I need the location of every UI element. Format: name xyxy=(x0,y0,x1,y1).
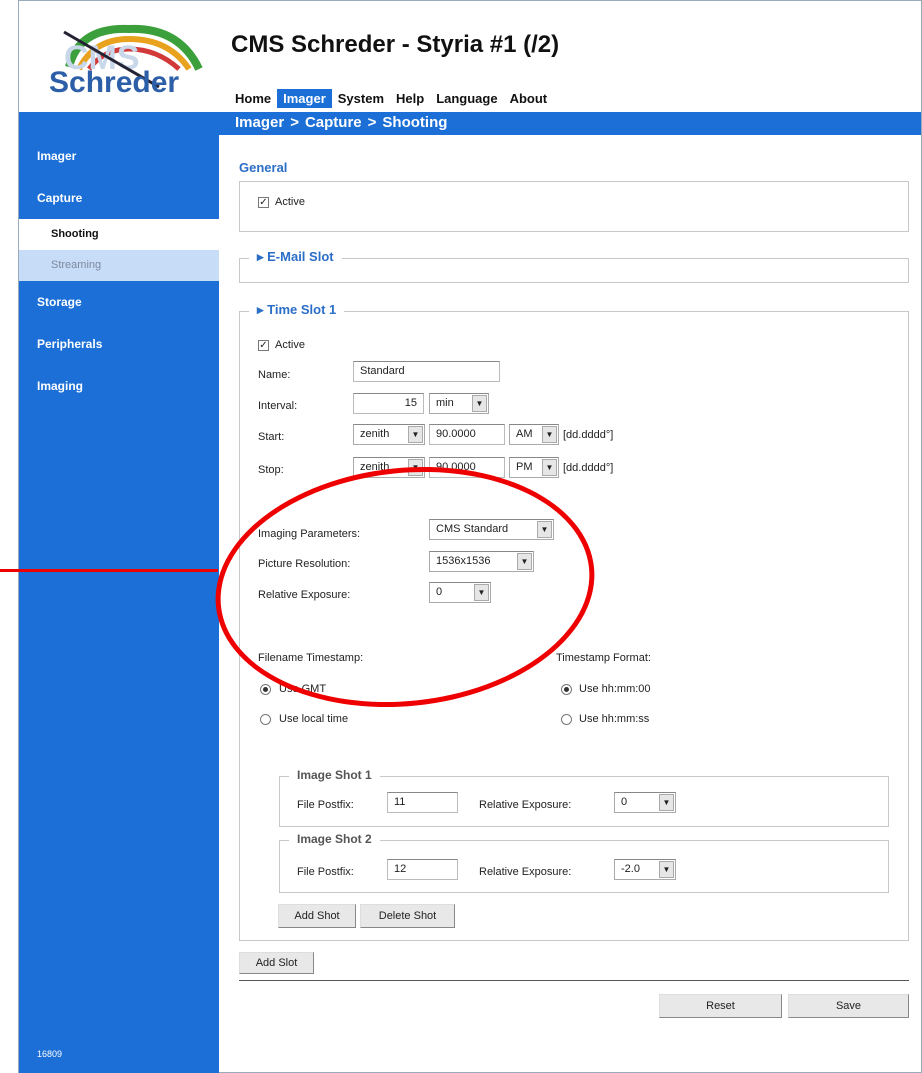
timeslot-active-label: Active xyxy=(275,339,305,351)
nav-help[interactable]: Help xyxy=(390,89,430,108)
crumb-imager[interactable]: Imager xyxy=(235,114,284,131)
save-button[interactable]: Save xyxy=(788,994,909,1018)
image-shot-1-heading: Image Shot 1 xyxy=(289,768,380,782)
breadcrumb: Imager > Capture > Shooting xyxy=(235,114,447,131)
stop-format-hint: [dd.dddd°] xyxy=(563,462,614,474)
chevron-down-icon: ▼ xyxy=(659,861,674,878)
general-heading: General xyxy=(239,160,288,175)
name-label: Name: xyxy=(258,369,291,381)
add-slot-button[interactable]: Add Slot xyxy=(239,952,314,974)
sidebar-item-storage[interactable]: Storage xyxy=(19,281,219,323)
sidebar-item-capture[interactable]: Capture xyxy=(19,177,219,219)
version-label: 16809 xyxy=(37,1049,63,1059)
use-local-time-label: Use local time xyxy=(279,713,349,725)
start-ampm-select[interactable]: AM ▼ xyxy=(509,424,559,445)
sidebar-sub-shooting[interactable]: Shooting xyxy=(19,219,219,250)
sidebar-item-peripherals[interactable]: Peripherals xyxy=(19,323,219,365)
shot2-postfix-input[interactable]: 12 xyxy=(387,859,458,880)
chevron-down-icon: ▼ xyxy=(659,794,674,811)
shot1-postfix-input[interactable]: 11 xyxy=(387,792,458,813)
delete-shot-button[interactable]: Delete Shot xyxy=(360,904,455,928)
chevron-down-icon: ▼ xyxy=(542,426,557,443)
start-ref-select[interactable]: zenith ▼ xyxy=(353,424,425,445)
use-local-time-radio[interactable] xyxy=(260,714,271,725)
timeslot-heading[interactable]: ▸ Time Slot 1 xyxy=(249,302,345,318)
nav-language[interactable]: Language xyxy=(430,89,503,108)
schreder-logo: CMS Schreder xyxy=(49,24,203,97)
add-shot-button[interactable]: Add Shot xyxy=(278,904,356,928)
general-box xyxy=(239,181,909,232)
timeslot-active-checkbox[interactable]: ✓ xyxy=(258,340,269,351)
interval-input[interactable]: 15 xyxy=(353,393,424,414)
sidebar-item-imager[interactable]: Imager xyxy=(19,135,219,177)
sidebar-sub-streaming[interactable]: Streaming xyxy=(19,250,219,281)
general-active-label: Active xyxy=(275,196,305,208)
shot2-exposure-label: Relative Exposure: xyxy=(479,866,572,878)
start-format-hint: [dd.dddd°] xyxy=(563,429,614,441)
interval-unit-select[interactable]: min ▼ xyxy=(429,393,489,414)
format-hhmmss-label: Use hh:mm:ss xyxy=(579,713,650,725)
crumb-shooting: Shooting xyxy=(382,114,448,131)
shot2-exposure-select[interactable]: -2.0 ▼ xyxy=(614,859,676,880)
format-hhmm00-label: Use hh:mm:00 xyxy=(579,683,651,695)
shot1-exposure-label: Relative Exposure: xyxy=(479,799,572,811)
nav-about[interactable]: About xyxy=(504,89,554,108)
start-angle-input[interactable]: 90.0000 xyxy=(429,424,505,445)
shot2-postfix-label: File Postfix: xyxy=(297,866,354,878)
crumb-sep: > xyxy=(367,114,377,131)
format-hhmmss-radio[interactable] xyxy=(561,714,572,725)
image-shot-2-box xyxy=(279,840,889,893)
timestamp-format-label: Timestamp Format: xyxy=(556,652,651,664)
breadcrumb-bar xyxy=(19,112,921,135)
page-title: CMS Schreder - Styria #1 (/2) xyxy=(231,31,560,58)
email-slot-heading[interactable]: ▸ E-Mail Slot xyxy=(249,249,342,265)
stop-ampm-select[interactable]: PM ▼ xyxy=(509,457,559,478)
logo-text: Schreder xyxy=(49,66,179,97)
image-shot-2-heading: Image Shot 2 xyxy=(289,832,380,846)
stop-label: Stop: xyxy=(258,464,284,476)
nav-system[interactable]: System xyxy=(332,89,390,108)
chevron-down-icon: ▼ xyxy=(542,459,557,476)
image-shot-1-box xyxy=(279,776,889,827)
general-active-checkbox[interactable]: ✓ xyxy=(258,197,269,208)
use-gmt-radio[interactable] xyxy=(260,684,271,695)
nav-imager[interactable]: Imager xyxy=(277,89,332,108)
top-navigation: Home Imager System Help Language About xyxy=(229,89,553,108)
crumb-sep: > xyxy=(290,114,299,131)
shot1-postfix-label: File Postfix: xyxy=(297,799,354,811)
shot1-exposure-select[interactable]: 0 ▼ xyxy=(614,792,676,813)
start-label: Start: xyxy=(258,431,285,443)
sidebar: Imager Capture Shooting Streaming Storag… xyxy=(19,135,219,1073)
reset-button[interactable]: Reset xyxy=(659,994,782,1018)
crumb-capture[interactable]: Capture xyxy=(305,114,362,131)
sidebar-item-imaging[interactable]: Imaging xyxy=(19,365,219,407)
interval-label: Interval: xyxy=(258,400,298,412)
name-input[interactable]: Standard xyxy=(353,361,500,382)
nav-home[interactable]: Home xyxy=(229,89,277,108)
annotation-pointer-line xyxy=(0,569,218,572)
chevron-down-icon: ▼ xyxy=(472,395,487,412)
format-hhmm00-radio[interactable] xyxy=(561,684,572,695)
divider xyxy=(239,980,909,981)
chevron-down-icon: ▼ xyxy=(408,426,423,443)
